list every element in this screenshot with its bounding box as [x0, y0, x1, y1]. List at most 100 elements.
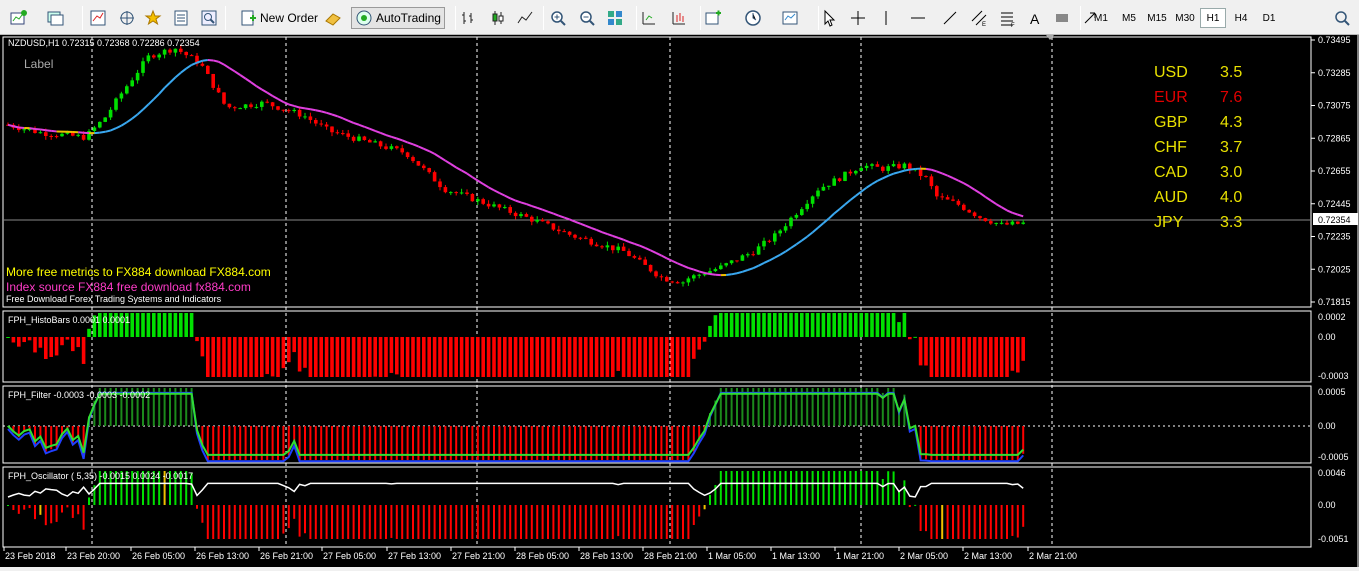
oscillator-bar: [644, 505, 646, 539]
chart-canvas[interactable]: NZDUSD,H1 0.72315 0.72368 0.72286 0.7235…: [0, 35, 1359, 567]
fibonacci-icon[interactable]: F: [996, 7, 1018, 29]
histobar: [627, 337, 631, 377]
histobar: [940, 337, 944, 377]
candle-body: [714, 269, 718, 271]
oscillator-bar: [228, 505, 230, 539]
candle-body: [568, 232, 572, 235]
candle-body: [573, 235, 577, 238]
oscillator-bar: [266, 505, 268, 539]
zoom-in-icon[interactable]: [547, 7, 569, 29]
timeframe-m30[interactable]: M30: [1172, 8, 1198, 28]
timeframe-m1[interactable]: M1: [1088, 8, 1114, 28]
cursor-icon[interactable]: [818, 7, 840, 29]
timeframe-m15[interactable]: M15: [1144, 8, 1170, 28]
oscillator-bar: [768, 471, 770, 505]
oscillator-bar: [277, 505, 279, 539]
oscillator-bar: [390, 505, 392, 538]
histobar: [746, 313, 750, 337]
candle-body: [460, 192, 464, 193]
oscillator-bar: [282, 505, 284, 534]
oscillator-bar: [790, 471, 792, 505]
new-chart-icon[interactable]: [7, 7, 29, 29]
histobar: [557, 337, 561, 377]
candle-body: [357, 136, 361, 140]
oscillator-bar: [855, 471, 857, 505]
strategy-tester-icon[interactable]: [198, 7, 220, 29]
toolbar-separator: [225, 6, 226, 30]
toolbar-separator: [455, 6, 456, 30]
candle-body: [579, 238, 583, 239]
histobar: [908, 337, 912, 339]
ma-segment: [910, 169, 915, 170]
vertical-line-icon[interactable]: [875, 7, 897, 29]
auto-scroll-icon[interactable]: [667, 7, 689, 29]
horizontal-line-icon[interactable]: [907, 7, 929, 29]
promo-line-2: Index source FX884 free download fx884.c…: [6, 280, 251, 294]
text-icon[interactable]: A: [1024, 7, 1046, 29]
histobar: [298, 337, 302, 372]
market-watch-icon[interactable]: [87, 7, 109, 29]
crosshair-icon[interactable]: [847, 7, 869, 29]
navigator-icon[interactable]: [116, 7, 138, 29]
zoom-out-icon[interactable]: [576, 7, 598, 29]
timeframe-m5[interactable]: M5: [1116, 8, 1142, 28]
candle-body: [687, 278, 691, 282]
oscillator-bar: [914, 505, 916, 506]
candle-body: [676, 282, 680, 283]
ma-segment: [100, 132, 105, 133]
ma-segment: [316, 110, 321, 111]
indicators-icon[interactable]: [702, 7, 724, 29]
oscillator-bar: [628, 505, 630, 539]
profiles-icon[interactable]: [44, 7, 66, 29]
ma-segment: [208, 60, 213, 61]
oscillator-bar: [234, 505, 236, 539]
candle-body: [476, 199, 480, 201]
search-button[interactable]: [1327, 7, 1357, 29]
favorites-icon[interactable]: [142, 7, 164, 29]
bar-chart-icon[interactable]: [457, 7, 479, 29]
new-order-button[interactable]: New Order: [236, 7, 321, 29]
autotrading-button[interactable]: AutoTrading: [351, 7, 445, 29]
ma-segment: [213, 60, 218, 61]
price-label: 0.73075: [1318, 101, 1351, 111]
histobar: [595, 337, 599, 377]
data-window-icon[interactable]: [170, 7, 192, 29]
text-label-icon[interactable]: [1051, 7, 1073, 29]
histobar: [849, 313, 853, 337]
oscillator-bar: [569, 505, 571, 539]
histobar: [643, 337, 647, 377]
timeframe-h4[interactable]: H4: [1228, 8, 1254, 28]
periods-icon[interactable]: [742, 7, 764, 29]
oscillator-bar: [61, 505, 63, 513]
price-label: 0.73285: [1318, 68, 1351, 78]
line-chart-icon[interactable]: [514, 7, 536, 29]
timeframe-d1[interactable]: D1: [1256, 8, 1282, 28]
histobar: [136, 313, 140, 337]
candle-body: [741, 255, 745, 260]
candle-body: [546, 221, 550, 223]
histobar: [681, 337, 685, 377]
trendline-icon[interactable]: [939, 7, 961, 29]
promo-line-1: More free metrics to FX884 download FX88…: [6, 265, 271, 279]
histobar: [768, 313, 772, 337]
chart-shift-icon[interactable]: [637, 7, 659, 29]
oscillator-bar: [612, 505, 614, 539]
candle-body: [114, 98, 118, 109]
histobar: [368, 337, 372, 377]
histobar: [633, 337, 637, 377]
histobar: [1000, 337, 1004, 377]
metaeditor-icon[interactable]: [322, 7, 344, 29]
candle-body: [492, 204, 496, 206]
templates-icon[interactable]: [779, 7, 801, 29]
equidistant-channel-icon[interactable]: E: [968, 7, 990, 29]
candlestick-icon[interactable]: [487, 7, 509, 29]
timeframe-h1[interactable]: H1: [1200, 8, 1226, 28]
candle-body: [211, 74, 215, 88]
histobars-title: FPH_HistoBars 0.0001 0.0001: [8, 315, 130, 325]
histobar: [39, 337, 43, 348]
ma-segment: [51, 131, 56, 132]
tile-windows-icon[interactable]: [604, 7, 626, 29]
candle-body: [595, 245, 599, 247]
histobar: [503, 337, 507, 377]
ma-segment: [8, 125, 13, 126]
